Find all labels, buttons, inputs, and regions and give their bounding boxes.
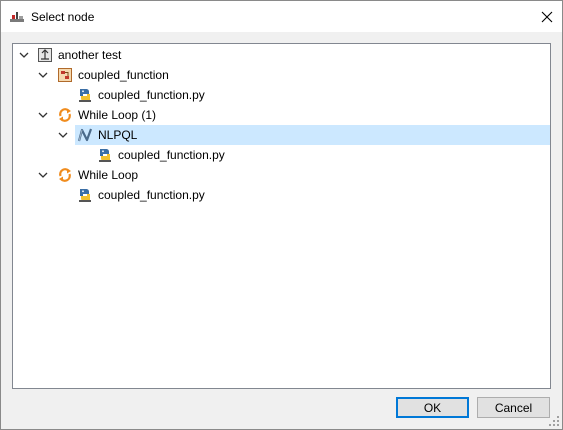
tree-item-while-loop[interactable]: While Loop bbox=[13, 165, 550, 185]
selection-highlight bbox=[75, 125, 550, 145]
python-file-icon bbox=[79, 189, 91, 202]
tree-item-label: While Loop (1) bbox=[78, 108, 157, 122]
tree-item-label: another test bbox=[58, 48, 122, 62]
tree-item-while-loop-1[interactable]: While Loop (1) bbox=[13, 105, 550, 125]
ok-button[interactable]: OK bbox=[396, 397, 469, 418]
python-file-icon bbox=[79, 89, 91, 102]
function-block-icon bbox=[58, 68, 72, 82]
tree-item-another-test[interactable]: another test bbox=[13, 45, 550, 65]
chevron-down-icon[interactable] bbox=[38, 170, 48, 180]
close-icon bbox=[541, 11, 553, 22]
tree-item-label: coupled_function bbox=[78, 68, 169, 82]
loop-icon bbox=[59, 108, 71, 122]
tree-item-nlpql[interactable]: NLPQL bbox=[13, 125, 550, 145]
close-button[interactable] bbox=[532, 1, 562, 32]
chevron-down-icon[interactable] bbox=[19, 50, 29, 60]
python-file-icon bbox=[99, 149, 111, 162]
loop-icon bbox=[59, 168, 71, 182]
chevron-down-icon[interactable] bbox=[38, 70, 48, 80]
select-node-dialog: Select node another test coupled_functio… bbox=[0, 0, 563, 430]
project-icon bbox=[38, 48, 52, 62]
chevron-down-icon[interactable] bbox=[38, 110, 48, 120]
tree-item-label: coupled_function.py bbox=[98, 88, 205, 102]
app-icon bbox=[10, 12, 24, 22]
tree-item-label: coupled_function.py bbox=[118, 148, 225, 162]
tree-item-coupled-function-py[interactable]: coupled_function.py bbox=[13, 145, 550, 165]
chevron-down-icon[interactable] bbox=[58, 130, 68, 140]
tree-item-coupled-function-py[interactable]: coupled_function.py bbox=[13, 85, 550, 105]
tree-item-coupled-function[interactable]: coupled_function bbox=[13, 65, 550, 85]
cancel-button[interactable]: Cancel bbox=[477, 397, 550, 418]
resize-grip-icon[interactable] bbox=[548, 415, 560, 427]
title-bar: Select node bbox=[1, 1, 562, 32]
tree-item-label: While Loop bbox=[78, 168, 139, 182]
window-title: Select node bbox=[31, 10, 95, 24]
tree-item-label: NLPQL bbox=[98, 128, 138, 142]
node-tree[interactable]: another test coupled_function coupled_fu… bbox=[12, 43, 551, 389]
optimizer-icon bbox=[77, 128, 93, 142]
tree-item-label: coupled_function.py bbox=[98, 188, 205, 202]
tree-item-coupled-function-py[interactable]: coupled_function.py bbox=[13, 185, 550, 205]
